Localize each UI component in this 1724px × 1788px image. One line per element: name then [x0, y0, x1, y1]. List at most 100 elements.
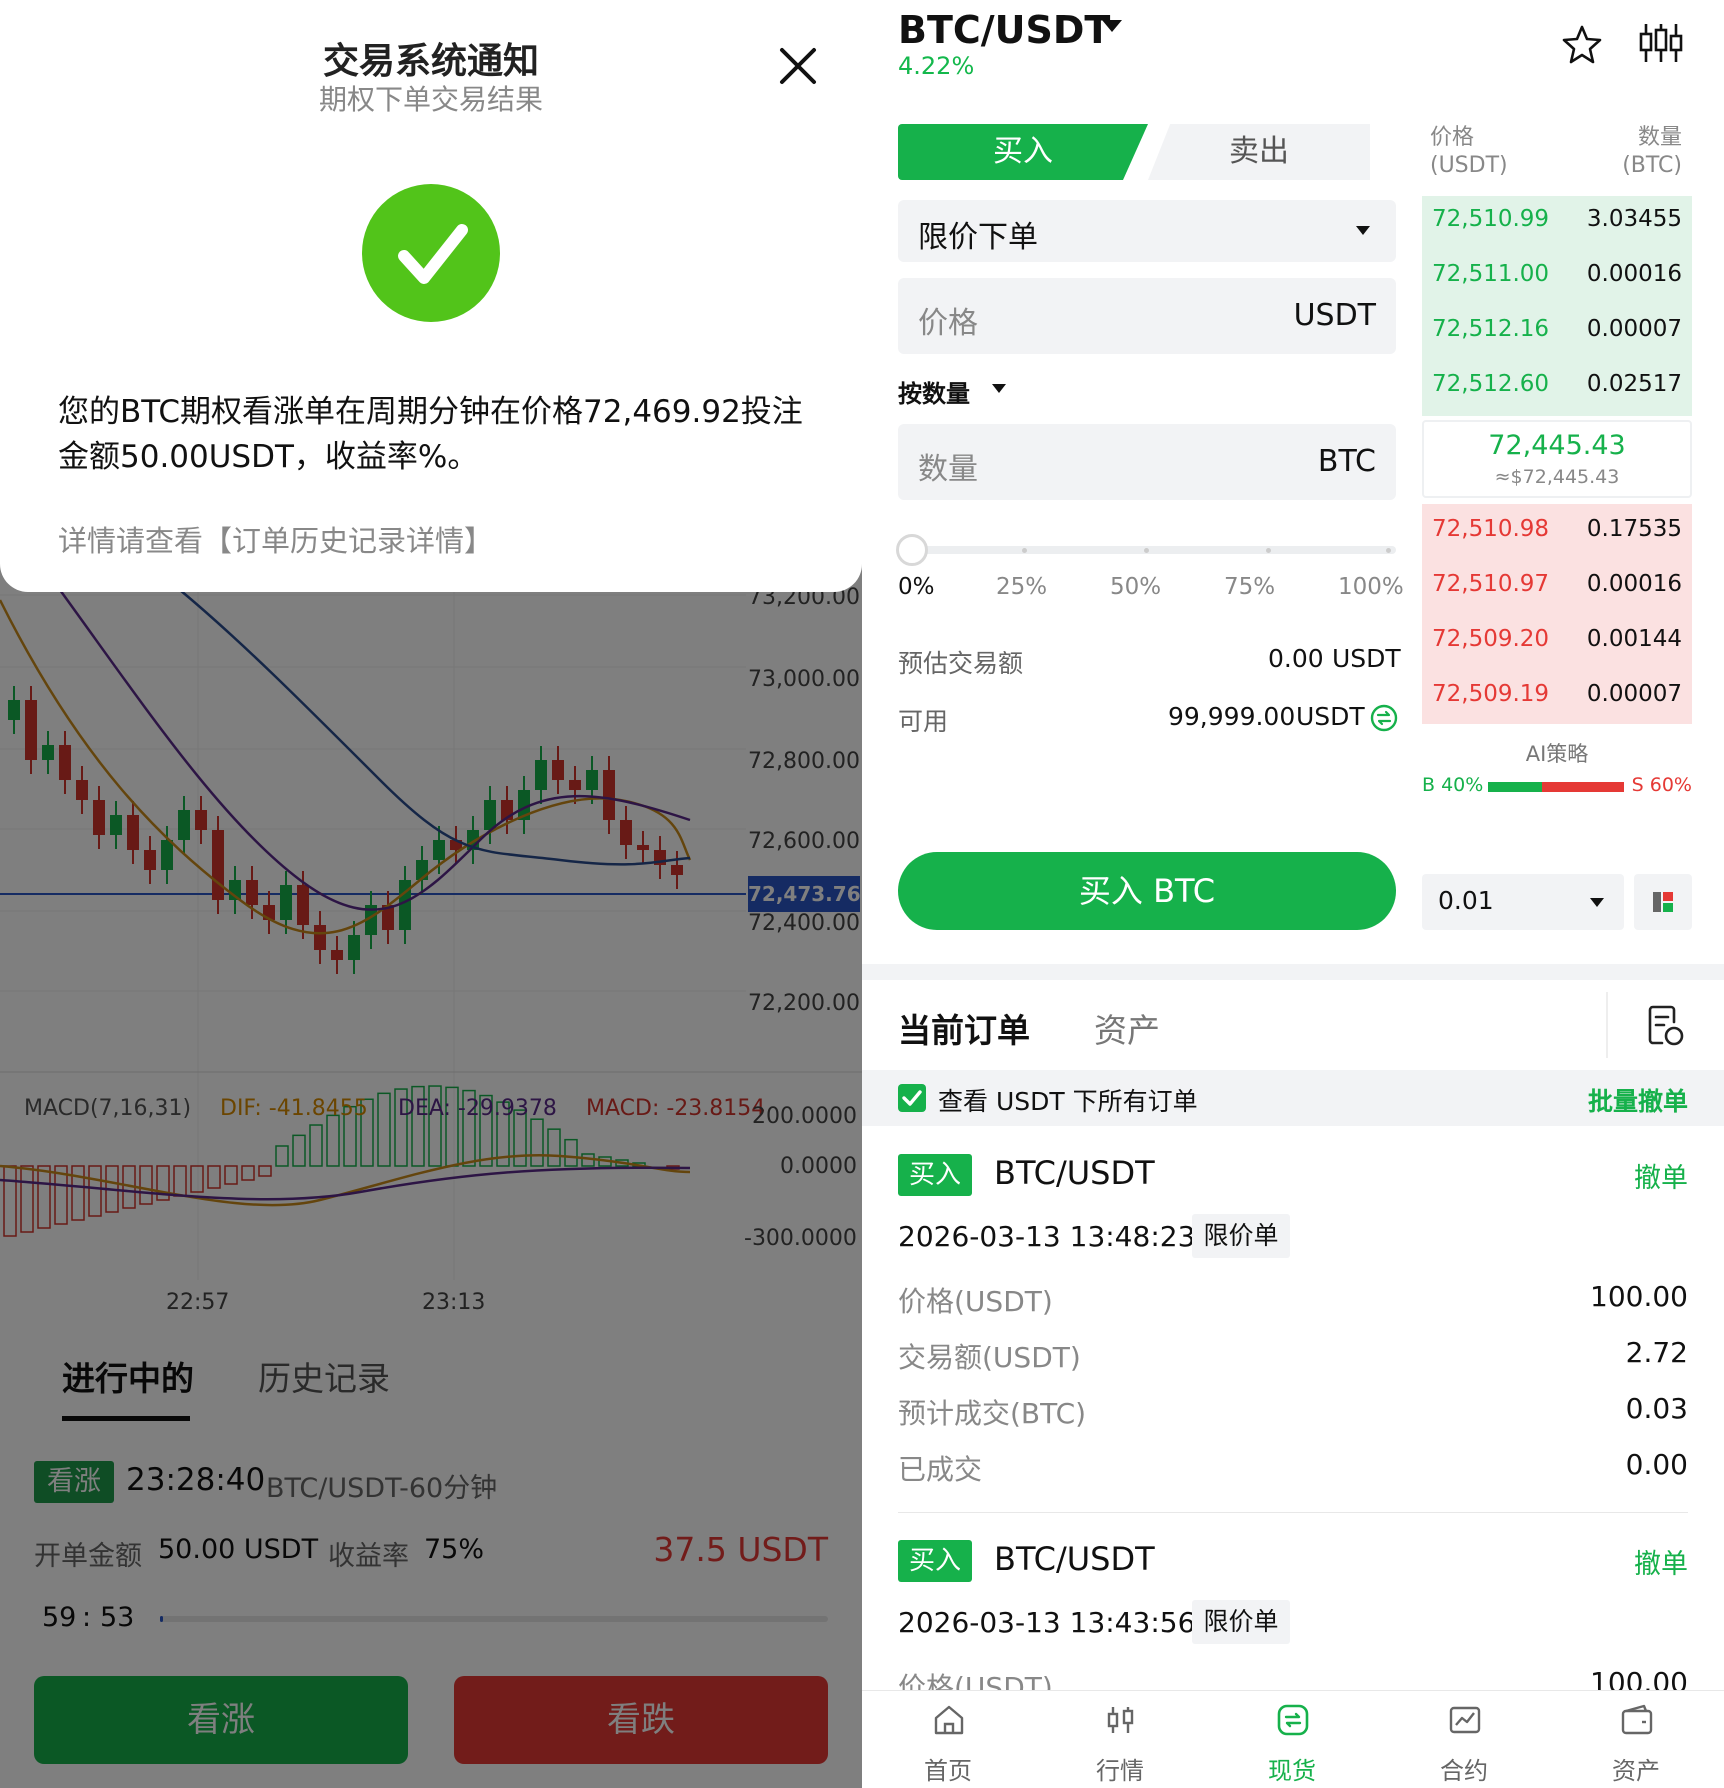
cancel-order-button[interactable]: 撤单 — [1634, 1542, 1688, 1581]
percent-25[interactable]: 25% — [996, 574, 1047, 600]
order-side-badge: 买入 — [898, 1154, 972, 1196]
ask-qty: 0.02517 — [1586, 371, 1682, 397]
divider — [1606, 992, 1608, 1058]
pair-dropdown-caret-icon[interactable] — [1102, 20, 1122, 32]
cancel-order-button[interactable]: 撤单 — [1634, 1156, 1688, 1195]
estimate-unit: USDT — [1332, 644, 1401, 673]
tab-assets[interactable]: 资产 — [1094, 1004, 1160, 1052]
price-unit: USDT — [1293, 298, 1376, 333]
slider-handle[interactable] — [896, 534, 928, 566]
ask-price: 72,510.99 — [1432, 206, 1550, 232]
orderbook-ask-row[interactable]: 72,512.16 0.00007 — [1422, 304, 1692, 358]
success-check-icon — [362, 184, 500, 322]
order-history-icon[interactable] — [1646, 1004, 1686, 1048]
nav-label: 现货 — [1268, 1757, 1316, 1785]
orderbook-qty-header-unit: (BTC) — [1622, 153, 1682, 178]
candlestick-icon — [1107, 1707, 1134, 1733]
nav-label: 行情 — [1096, 1757, 1144, 1785]
percent-100[interactable]: 100% — [1338, 574, 1404, 600]
by-quantity-select[interactable]: 按数量 — [898, 374, 970, 409]
ask-qty: 0.00007 — [1586, 316, 1682, 342]
trade-notification-modal: 交易系统通知 期权下单交易结果 您的BTC期权看涨单在周期分钟在价格72,469… — [0, 0, 862, 592]
order-field-value: 0.03 — [1625, 1392, 1688, 1425]
ratio-bar — [1488, 782, 1624, 792]
quantity-input[interactable]: 数量 BTC — [898, 424, 1396, 500]
orderbook-layout-icon — [1653, 892, 1673, 912]
orderbook-qty-header: 数量 (BTC) — [1622, 124, 1682, 180]
ask-qty: 3.03455 — [1586, 206, 1682, 232]
order-pair: BTC/USDT — [994, 1540, 1155, 1578]
buy-btc-button[interactable]: 买入 BTC — [898, 852, 1396, 930]
chevron-down-icon — [1356, 226, 1370, 235]
wallet-icon — [1621, 1704, 1653, 1735]
tab-sell[interactable]: 卖出 — [1148, 124, 1370, 180]
precision-select[interactable]: 0.01 — [1422, 874, 1624, 930]
bid-qty: 0.17535 — [1586, 516, 1682, 542]
available-unit: USDT — [1296, 702, 1365, 731]
pair-title[interactable]: BTC/USDT — [898, 8, 1110, 52]
transfer-icon[interactable] — [1370, 704, 1398, 732]
close-icon[interactable] — [774, 42, 822, 90]
orderbook-ask-row[interactable]: 72,510.99 3.03455 — [1422, 194, 1692, 248]
orderbook-bid-row[interactable]: 72,509.20 0.00144 — [1422, 614, 1692, 668]
ask-price: 72,512.60 — [1432, 371, 1550, 397]
star-icon[interactable] — [1562, 24, 1602, 64]
orderbook-qty-header-label: 数量 — [1637, 125, 1682, 150]
nav-contract[interactable]: 合约 — [1378, 1691, 1550, 1788]
nav-label: 首页 — [924, 1757, 972, 1785]
nav-market[interactable]: 行情 — [1034, 1691, 1206, 1788]
nav-spot[interactable]: 现货 — [1206, 1691, 1378, 1788]
view-all-label[interactable]: 查看 USDT 下所有订单 — [938, 1082, 1198, 1118]
view-all-checkbox[interactable] — [898, 1084, 926, 1112]
orderbook-ask-row[interactable]: 72,512.60 0.02517 — [1422, 359, 1692, 413]
batch-cancel-button[interactable]: 批量撤单 — [1588, 1082, 1688, 1118]
order-type-select[interactable]: 限价下单 — [898, 200, 1396, 262]
order-field-value: 2.72 — [1625, 1336, 1688, 1369]
order-time: 2026-03-13 13:48:23 — [898, 1220, 1196, 1253]
order-type-badge: 限价单 — [1192, 1214, 1290, 1258]
bottom-nav: 首页 行情 现货 合约 资产 — [862, 1690, 1724, 1788]
spot-trading-pane: BTC/USDT 4.22% 买入 卖出 限价下单 价格 USDT 按数量 数量… — [862, 0, 1724, 1788]
orderbook-ask-row[interactable]: 72,511.00 0.00016 — [1422, 249, 1692, 303]
nav-home[interactable]: 首页 — [862, 1691, 1034, 1788]
orderbook-bid-row[interactable]: 72,510.98 0.17535 — [1422, 504, 1692, 558]
order-pair: BTC/USDT — [994, 1154, 1155, 1192]
modal-message: 您的BTC期权看涨单在周期分钟在价格72,469.92投注金额50.00USDT… — [58, 394, 803, 475]
nav-label: 合约 — [1440, 1757, 1488, 1785]
tab-current-orders[interactable]: 当前订单 — [898, 1004, 1030, 1052]
nav-label: 资产 — [1612, 1757, 1660, 1785]
price-input[interactable]: 价格 USDT — [898, 278, 1396, 354]
orderbook-layout-button[interactable] — [1634, 874, 1692, 930]
chevron-down-icon[interactable] — [992, 384, 1006, 393]
ai-strategy-label: AI策略 — [1525, 742, 1589, 766]
slider-tick — [1266, 548, 1271, 553]
bid-qty: 0.00007 — [1586, 681, 1682, 707]
percent-0[interactable]: 0% — [898, 574, 935, 600]
order-history-link[interactable]: 详情请查看【订单历史记录详情】 — [58, 518, 493, 560]
available-value: 99,999.00 — [1168, 702, 1296, 731]
price-placeholder: 价格 — [918, 306, 978, 341]
tab-buy[interactable]: 买入 — [898, 124, 1148, 180]
orderbook-bid-row[interactable]: 72,509.19 0.00007 — [1422, 669, 1692, 723]
modal-title: 交易系统通知 — [322, 41, 539, 82]
contract-chart-icon — [1449, 1706, 1481, 1734]
order-field-label: 已成交 — [898, 1453, 983, 1486]
orderbook-bid-row[interactable]: 72,510.97 0.00016 — [1422, 559, 1692, 613]
candlestick-chart-icon[interactable] — [1638, 22, 1684, 64]
order-field-label: 预计成交(BTC) — [898, 1397, 1087, 1430]
bid-price: 72,509.19 — [1432, 681, 1550, 707]
buy-ratio-label: B 40% — [1422, 774, 1484, 796]
checkmark-icon — [902, 1090, 922, 1106]
exchange-icon — [1277, 1704, 1309, 1736]
ratio-bar-fill — [1488, 782, 1543, 792]
quantity-unit: BTC — [1317, 444, 1376, 479]
slider-tick — [1386, 548, 1391, 553]
percent-75[interactable]: 75% — [1224, 574, 1275, 600]
order-type-value: 限价下单 — [918, 220, 1038, 255]
bid-qty: 0.00016 — [1586, 571, 1682, 597]
order-field-label: 价格(USDT) — [898, 1285, 1053, 1318]
nav-assets[interactable]: 资产 — [1550, 1691, 1722, 1788]
orderbook-price-header: 价格 (USDT) — [1430, 124, 1508, 180]
bid-price: 72,510.98 — [1432, 516, 1550, 542]
percent-50[interactable]: 50% — [1110, 574, 1161, 600]
